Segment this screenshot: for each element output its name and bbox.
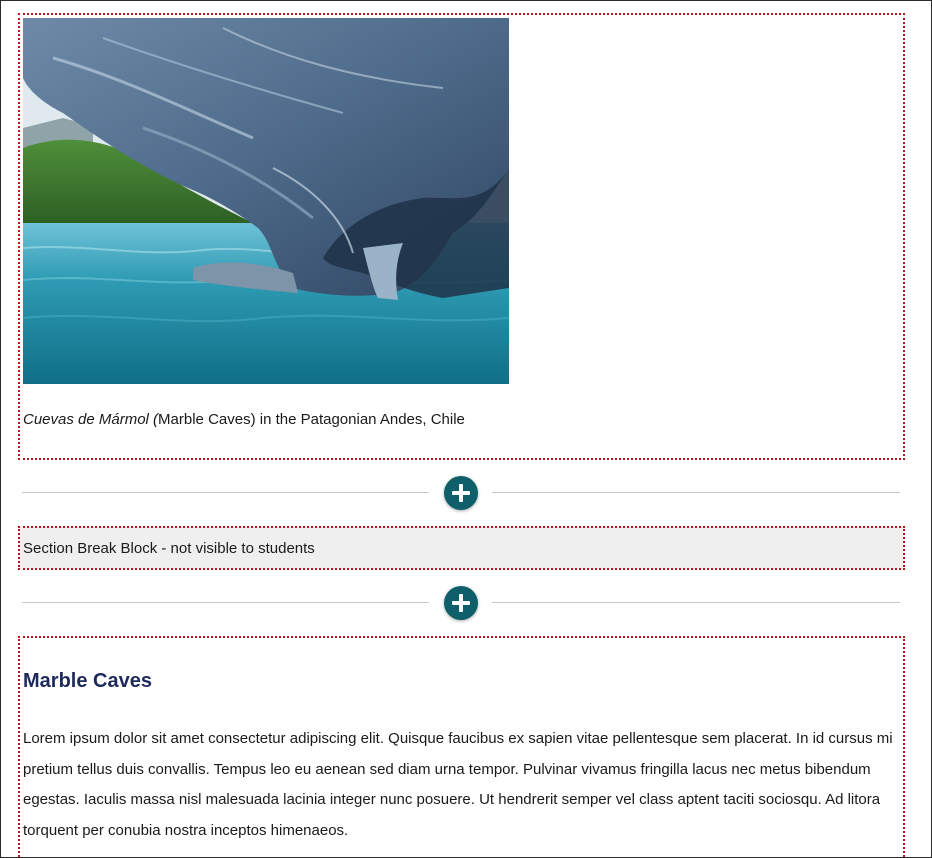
text-block[interactable]: Marble Caves Lorem ipsum dolor sit amet … [18, 636, 905, 858]
add-block-button[interactable] [444, 476, 478, 510]
divider-line [22, 492, 429, 493]
plus-icon [452, 484, 470, 502]
body-paragraph: Lorem ipsum dolor sit amet consectetur a… [23, 730, 893, 839]
marble-caves-image [23, 18, 509, 384]
section-break-block[interactable]: Section Break Block - not visible to stu… [18, 526, 905, 570]
add-block-row [22, 475, 900, 511]
section-break-label: Section Break Block - not visible to stu… [23, 540, 315, 557]
divider-line [492, 492, 900, 493]
section-heading: Marble Caves [23, 670, 152, 692]
plus-icon [452, 594, 470, 612]
image-caption: Cuevas de Mármol (Marble Caves) in the P… [23, 411, 465, 428]
divider-line [492, 602, 900, 603]
image-block[interactable]: Cuevas de Mármol (Marble Caves) in the P… [18, 13, 905, 460]
caption-italic: Cuevas de Mármol ( [23, 411, 159, 428]
divider-line [22, 602, 429, 603]
add-block-button[interactable] [444, 586, 478, 620]
caption-text: Marble Caves) in the Patagonian Andes, C… [158, 411, 465, 428]
add-block-row [22, 585, 900, 621]
